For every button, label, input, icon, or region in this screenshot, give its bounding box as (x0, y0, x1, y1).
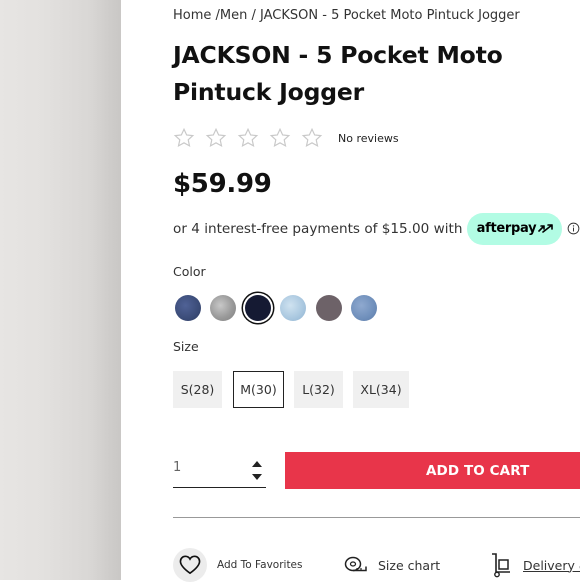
size-label: Size (173, 339, 199, 354)
product-price: $59.99 (173, 169, 272, 199)
reviews-count[interactable]: No reviews (338, 132, 399, 145)
size-option[interactable]: M(30) (233, 371, 284, 408)
star-icon (205, 127, 227, 148)
size-chart-link[interactable]: Size chart (344, 548, 440, 582)
color-swatch[interactable] (316, 295, 342, 321)
delivery-label: Delivery & (523, 557, 580, 573)
size-option[interactable]: XL(34) (353, 371, 409, 408)
star-icon (301, 127, 323, 148)
product-info: Home /Men / JACKSON - 5 Pocket Moto Pint… (173, 0, 580, 582)
size-chart-label: Size chart (378, 557, 441, 573)
rating-stars[interactable]: No reviews (173, 126, 399, 150)
breadcrumb-separator: / (211, 8, 220, 23)
breadcrumb-current: JACKSON - 5 Pocket Moto Pintuck Jogger (260, 8, 520, 23)
add-to-favorites-button[interactable]: Add To Favorites (173, 548, 303, 582)
measuring-tape-icon (344, 556, 367, 572)
afterpay-arrows-icon (538, 224, 554, 233)
hand-truck-icon (492, 553, 510, 578)
chevron-down-icon[interactable] (251, 472, 263, 482)
info-icon[interactable] (567, 222, 580, 235)
afterpay-logo[interactable]: afterpay (467, 212, 563, 245)
divider (173, 517, 580, 518)
color-swatch[interactable] (280, 295, 306, 321)
afterpay-text: or 4 interest-free payments of $15.00 wi… (173, 220, 463, 237)
quantity-stepper[interactable]: 1 (173, 452, 266, 488)
color-swatch[interactable] (245, 295, 271, 321)
chevron-up-icon[interactable] (251, 459, 263, 469)
size-option[interactable]: L(32) (294, 371, 343, 408)
size-option[interactable]: S(28) (173, 371, 222, 408)
favorites-label: Add To Favorites (217, 559, 303, 571)
color-label: Color (173, 264, 206, 279)
quantity-input[interactable]: 1 (173, 460, 181, 475)
breadcrumb: Home /Men / JACKSON - 5 Pocket Moto Pint… (173, 8, 520, 23)
add-to-cart-button[interactable]: ADD TO CART (285, 452, 580, 489)
star-icon (237, 127, 259, 148)
product-title: JACKSON - 5 Pocket Moto Pintuck Jogger (173, 41, 503, 106)
afterpay-brand: afterpay (476, 221, 537, 236)
delivery-link[interactable]: Delivery & (490, 548, 580, 582)
breadcrumb-separator: / (247, 8, 261, 23)
star-icon (269, 127, 291, 148)
product-image[interactable] (0, 0, 121, 580)
heart-icon (179, 555, 201, 575)
breadcrumb-home[interactable]: Home (173, 8, 211, 23)
favorites-circle (173, 548, 207, 582)
star-icon (173, 127, 195, 148)
color-swatch[interactable] (175, 295, 201, 321)
breadcrumb-men[interactable]: Men (220, 8, 247, 23)
color-swatch[interactable] (210, 295, 236, 321)
color-swatch[interactable] (351, 295, 377, 321)
afterpay-installments: or 4 interest-free payments of $15.00 wi… (173, 212, 580, 245)
